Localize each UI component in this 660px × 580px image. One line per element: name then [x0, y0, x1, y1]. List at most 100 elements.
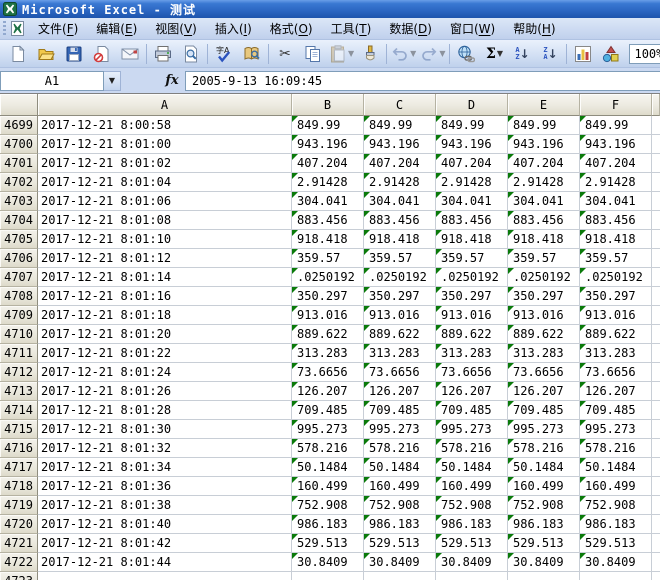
cell-D4707[interactable]: .0250192 — [436, 268, 508, 287]
cell-E4707[interactable]: .0250192 — [508, 268, 580, 287]
menu-format[interactable]: 格式(O) — [261, 18, 322, 39]
cell-C4716[interactable]: 578.216 — [364, 439, 436, 458]
cell-F4712[interactable]: 73.6656 — [580, 363, 652, 382]
cell-C4723[interactable] — [364, 572, 436, 580]
cell-C4713[interactable]: 126.207 — [364, 382, 436, 401]
cell-D4704[interactable]: 883.456 — [436, 211, 508, 230]
row-header-4723[interactable]: 4723 — [0, 572, 38, 580]
row-header-4703[interactable]: 4703 — [0, 192, 38, 211]
cell-A4701[interactable]: 2017-12-21 8:01:02 — [38, 154, 292, 173]
cell-D4702[interactable]: 2.91428 — [436, 173, 508, 192]
cell-E4709[interactable]: 913.016 — [508, 306, 580, 325]
print-preview-button[interactable] — [177, 41, 205, 67]
row-header-4708[interactable]: 4708 — [0, 287, 38, 306]
menu-view[interactable]: 视图(V) — [146, 18, 206, 39]
cell-F4715[interactable]: 995.273 — [580, 420, 652, 439]
cell-E4718[interactable]: 160.499 — [508, 477, 580, 496]
undo-button[interactable]: ▼ — [389, 41, 418, 67]
cell-C4700[interactable]: 943.196 — [364, 135, 436, 154]
cell-D4706[interactable]: 359.57 — [436, 249, 508, 268]
cell-F4721[interactable]: 529.513 — [580, 534, 652, 553]
cell-D4718[interactable]: 160.499 — [436, 477, 508, 496]
cell-D4720[interactable]: 986.183 — [436, 515, 508, 534]
cell-D4700[interactable]: 943.196 — [436, 135, 508, 154]
menu-window[interactable]: 窗口(W) — [441, 18, 504, 39]
cell-F4699[interactable]: 849.99 — [580, 116, 652, 135]
cell-C4702[interactable]: 2.91428 — [364, 173, 436, 192]
cell-D4708[interactable]: 350.297 — [436, 287, 508, 306]
cell-D4721[interactable]: 529.513 — [436, 534, 508, 553]
cell-F4722[interactable]: 30.8409 — [580, 553, 652, 572]
cell-F4719[interactable]: 752.908 — [580, 496, 652, 515]
cell-B4703[interactable]: 304.041 — [292, 192, 364, 211]
cell-A4723[interactable] — [38, 572, 292, 580]
cell-E4719[interactable]: 752.908 — [508, 496, 580, 515]
cell-C4709[interactable]: 913.016 — [364, 306, 436, 325]
column-header-E[interactable]: E — [508, 94, 580, 116]
cell-C4707[interactable]: .0250192 — [364, 268, 436, 287]
workbook-icon[interactable] — [10, 21, 25, 36]
row-header-4718[interactable]: 4718 — [0, 477, 38, 496]
cell-F4705[interactable]: 918.418 — [580, 230, 652, 249]
sort-desc-button[interactable]: ZA↓ — [536, 41, 564, 67]
cell-C4710[interactable]: 889.622 — [364, 325, 436, 344]
cell-B4719[interactable]: 752.908 — [292, 496, 364, 515]
row-header-4716[interactable]: 4716 — [0, 439, 38, 458]
cell-A4711[interactable]: 2017-12-21 8:01:22 — [38, 344, 292, 363]
cell-C4722[interactable]: 30.8409 — [364, 553, 436, 572]
cell-C4721[interactable]: 529.513 — [364, 534, 436, 553]
cell-D4714[interactable]: 709.485 — [436, 401, 508, 420]
cell-E4700[interactable]: 943.196 — [508, 135, 580, 154]
cell-F4714[interactable]: 709.485 — [580, 401, 652, 420]
drawing-button[interactable] — [597, 41, 625, 67]
cell-D4712[interactable]: 73.6656 — [436, 363, 508, 382]
cell-C4706[interactable]: 359.57 — [364, 249, 436, 268]
row-header-4712[interactable]: 4712 — [0, 363, 38, 382]
cell-F4717[interactable]: 50.1484 — [580, 458, 652, 477]
cell-D4701[interactable]: 407.204 — [436, 154, 508, 173]
cell-E4714[interactable]: 709.485 — [508, 401, 580, 420]
autosum-button[interactable]: Σ▼ — [480, 41, 508, 67]
column-header-A[interactable]: A — [38, 94, 292, 116]
cell-A4712[interactable]: 2017-12-21 8:01:24 — [38, 363, 292, 382]
cell-F4716[interactable]: 578.216 — [580, 439, 652, 458]
cell-A4720[interactable]: 2017-12-21 8:01:40 — [38, 515, 292, 534]
cell-E4708[interactable]: 350.297 — [508, 287, 580, 306]
cell-C4699[interactable]: 849.99 — [364, 116, 436, 135]
cell-F4706[interactable]: 359.57 — [580, 249, 652, 268]
cell-B4706[interactable]: 359.57 — [292, 249, 364, 268]
cell-A4705[interactable]: 2017-12-21 8:01:10 — [38, 230, 292, 249]
cell-A4716[interactable]: 2017-12-21 8:01:32 — [38, 439, 292, 458]
cell-A4722[interactable]: 2017-12-21 8:01:44 — [38, 553, 292, 572]
cell-E4701[interactable]: 407.204 — [508, 154, 580, 173]
cell-B4700[interactable]: 943.196 — [292, 135, 364, 154]
cell-F4708[interactable]: 350.297 — [580, 287, 652, 306]
cell-C4712[interactable]: 73.6656 — [364, 363, 436, 382]
cell-D4719[interactable]: 752.908 — [436, 496, 508, 515]
cell-A4713[interactable]: 2017-12-21 8:01:26 — [38, 382, 292, 401]
menu-insert[interactable]: 插入(I) — [206, 18, 261, 39]
zoom-combobox[interactable]: 100% ▼ — [629, 44, 660, 64]
cell-F4723[interactable] — [580, 572, 652, 580]
cell-A4706[interactable]: 2017-12-21 8:01:12 — [38, 249, 292, 268]
row-header-4709[interactable]: 4709 — [0, 306, 38, 325]
column-header-D[interactable]: D — [436, 94, 508, 116]
zoom-value[interactable]: 100% — [630, 47, 660, 61]
cell-B4718[interactable]: 160.499 — [292, 477, 364, 496]
cell-E4711[interactable]: 313.283 — [508, 344, 580, 363]
cell-C4708[interactable]: 350.297 — [364, 287, 436, 306]
cell-F4710[interactable]: 889.622 — [580, 325, 652, 344]
cell-B4722[interactable]: 30.8409 — [292, 553, 364, 572]
cell-B4712[interactable]: 73.6656 — [292, 363, 364, 382]
row-header-4720[interactable]: 4720 — [0, 515, 38, 534]
cell-B4716[interactable]: 578.216 — [292, 439, 364, 458]
cell-B4701[interactable]: 407.204 — [292, 154, 364, 173]
menu-data[interactable]: 数据(D) — [380, 18, 441, 39]
spelling-button[interactable]: 字A — [210, 41, 238, 67]
cell-B4720[interactable]: 986.183 — [292, 515, 364, 534]
cell-E4710[interactable]: 889.622 — [508, 325, 580, 344]
cell-A4702[interactable]: 2017-12-21 8:01:04 — [38, 173, 292, 192]
cell-A4704[interactable]: 2017-12-21 8:01:08 — [38, 211, 292, 230]
cell-C4701[interactable]: 407.204 — [364, 154, 436, 173]
cell-E4699[interactable]: 849.99 — [508, 116, 580, 135]
